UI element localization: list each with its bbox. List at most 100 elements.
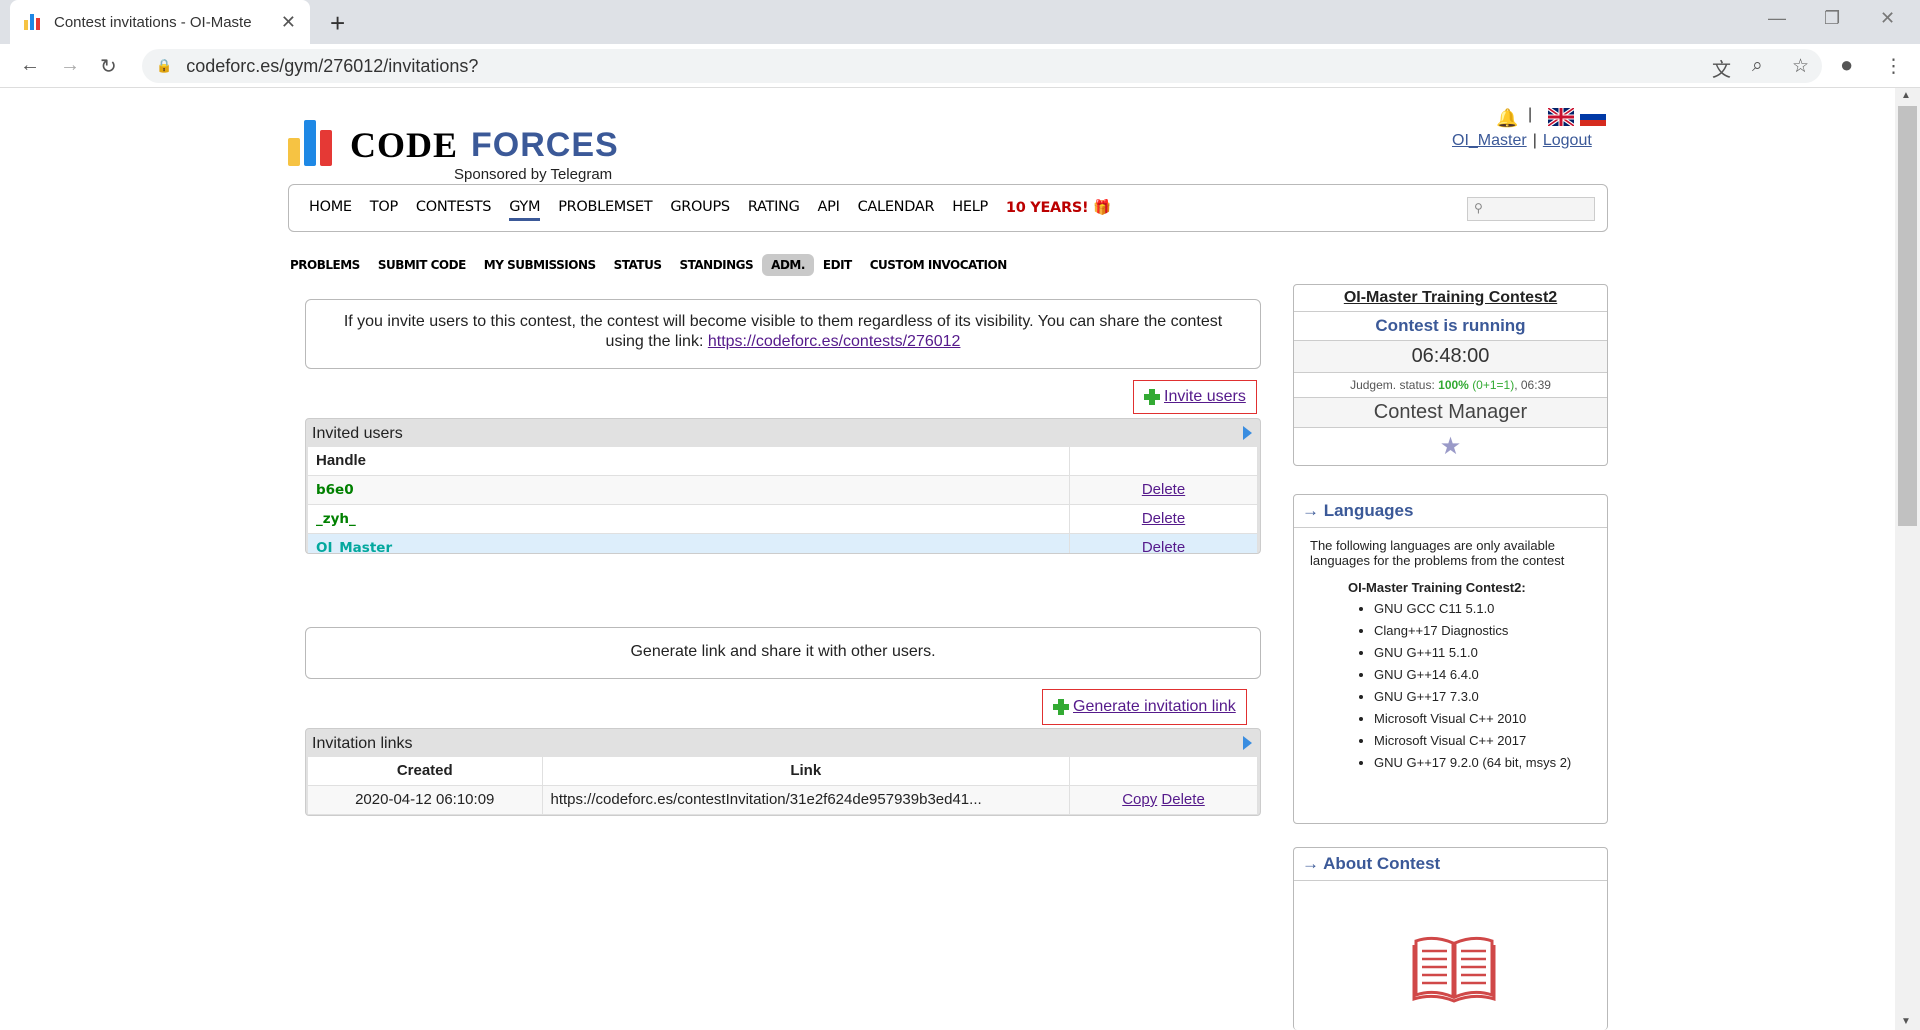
invited-users-caption: Invited users [306, 419, 1260, 447]
about-contest-title: → About Contest [1294, 848, 1607, 881]
expand-arrow-icon[interactable] [1243, 736, 1252, 750]
forward-icon[interactable]: → [60, 54, 80, 77]
address-bar: ← → ↻ 🔒 codeforc.es/gym/276012/invitatio… [0, 44, 1920, 88]
submenu-problems[interactable]: PROBLEMS [288, 254, 369, 276]
menu-calendar[interactable]: CALENDAR [858, 199, 935, 221]
delete-link[interactable]: Delete [1161, 791, 1204, 808]
submenu-status[interactable]: STATUS [605, 254, 671, 276]
action-header [1069, 447, 1258, 476]
uk-flag-icon[interactable] [1548, 108, 1574, 126]
user-handle[interactable]: _zyh_ [316, 511, 356, 527]
link-header: Link [542, 757, 1070, 786]
menu-top[interactable]: TOP [370, 199, 398, 221]
browser-tabbar: Contest invitations - OI-Maste ✕ + — ❐ ✕ [0, 0, 1920, 44]
invitation-link-cell: https://codeforc.es/contestInvitation/31… [542, 785, 1070, 815]
contest-info-box: OI-Master Training Contest2 Contest is r… [1293, 284, 1608, 466]
ten-years-label: 10 YEARS! [1005, 200, 1089, 216]
expand-arrow-icon[interactable] [1243, 426, 1252, 440]
submenu-adm[interactable]: ADM. [762, 254, 814, 276]
languages-intro: The following languages are only availab… [1310, 538, 1565, 568]
window-close-icon[interactable]: ✕ [1880, 8, 1895, 29]
browser-tab[interactable]: Contest invitations - OI-Maste ✕ [10, 0, 310, 44]
table-row: 2020-04-12 06:10:09 https://codeforc.es/… [308, 785, 1258, 815]
page-content: CODE FORCES Sponsored by Telegram 🔔 | OI… [0, 88, 1895, 1030]
generate-invitation-link-button[interactable]: Generate invitation link [1042, 689, 1247, 725]
menu-home[interactable]: HOME [309, 199, 352, 221]
invite-users-button[interactable]: Invite users [1133, 380, 1257, 414]
codeforces-favicon-icon [24, 14, 42, 30]
new-tab-icon[interactable]: + [330, 8, 345, 39]
languages-title: → Languages [1294, 495, 1607, 528]
scroll-down-icon[interactable]: ▼ [1901, 1016, 1911, 1027]
menu-rating[interactable]: RATING [748, 199, 800, 221]
language-item: Microsoft Visual C++ 2017 [1374, 733, 1591, 749]
back-icon[interactable]: ← [20, 54, 40, 77]
submenu-standings[interactable]: STANDINGS [670, 254, 762, 276]
search-icon: ⚲ [1474, 201, 1483, 215]
contest-share-link[interactable]: https://codeforc.es/contests/276012 [708, 333, 961, 350]
language-item: GNU G++17 9.2.0 (64 bit, msys 2) [1374, 755, 1591, 771]
table-row: _zyh_ Delete [308, 504, 1258, 534]
user-links-separator: | [1532, 132, 1537, 149]
url-field[interactable]: 🔒 codeforc.es/gym/276012/invitations? [142, 49, 1822, 83]
menu-groups[interactable]: GROUPS [670, 199, 730, 221]
languages-list: GNU GCC C11 5.1.0 Clang++17 Diagnostics … [1310, 601, 1591, 771]
copy-link[interactable]: Copy [1122, 791, 1157, 808]
invited-users-table: Invited users Handle b6e0 Delete _zyh_ D… [305, 418, 1261, 554]
invite-users-label: Invite users [1164, 388, 1246, 405]
logo-bars-icon [288, 120, 338, 166]
plus-icon [1053, 699, 1069, 715]
invited-users-caption-text: Invited users [312, 425, 403, 442]
user-handle[interactable]: OI_Master [316, 540, 392, 553]
scrollbar-thumb[interactable] [1898, 106, 1917, 526]
minimize-icon[interactable]: — [1768, 8, 1786, 29]
restore-icon[interactable]: ❐ [1824, 8, 1840, 29]
submenu-my-submissions[interactable]: MY SUBMISSIONS [475, 254, 605, 276]
gift-icon: 🎁 [1093, 200, 1111, 216]
user-handle[interactable]: b6e0 [316, 482, 354, 498]
book-icon [1412, 936, 1496, 1003]
menu-contests[interactable]: CONTESTS [416, 199, 492, 221]
header-separator: | [1528, 106, 1533, 123]
codeforces-logo[interactable]: CODE FORCES Sponsored by Telegram [288, 116, 628, 183]
star-icon[interactable]: ★ [1294, 428, 1607, 465]
invite-notice: If you invite users to this contest, the… [305, 299, 1261, 369]
bookmark-star-icon[interactable]: ☆ [1792, 55, 1809, 78]
tab-close-icon[interactable]: ✕ [281, 12, 296, 33]
menu-api[interactable]: API [818, 199, 840, 221]
contest-submenu: PROBLEMS SUBMIT CODE MY SUBMISSIONS STAT… [288, 254, 1016, 276]
page-scrollbar[interactable]: ▲ ▼ [1895, 88, 1920, 1030]
submenu-submit-code[interactable]: SUBMIT CODE [369, 254, 475, 276]
language-item: Clang++17 Diagnostics [1374, 623, 1591, 639]
menu-ten-years[interactable]: 10 YEARS! 🎁 [1006, 199, 1111, 221]
menu-problemset[interactable]: PROBLEMSET [558, 199, 652, 221]
delete-link[interactable]: Delete [1142, 481, 1185, 498]
contest-name-link[interactable]: OI-Master Training Contest2 [1294, 285, 1607, 312]
contest-timer: 06:48:00 [1294, 341, 1607, 373]
logout-link[interactable]: Logout [1543, 132, 1592, 149]
logo-word-forces: FORCES [471, 126, 619, 164]
main-menu: HOME TOP CONTESTS GYM PROBLEMSET GROUPS … [288, 184, 1608, 232]
about-contest-box: → About Contest [1293, 847, 1608, 1030]
menu-kebab-icon[interactable]: ⋮ [1884, 55, 1903, 78]
sponsor-text: Sponsored by Telegram [454, 166, 613, 183]
submenu-edit[interactable]: EDIT [814, 254, 861, 276]
language-item: Microsoft Visual C++ 2010 [1374, 711, 1591, 727]
menu-help[interactable]: HELP [952, 199, 988, 221]
translate-icon[interactable]: 文 [1712, 55, 1731, 82]
delete-link[interactable]: Delete [1142, 510, 1185, 527]
notification-bell-icon[interactable]: 🔔 [1496, 108, 1518, 129]
profile-link[interactable]: OI_Master [1452, 132, 1527, 149]
delete-link[interactable]: Delete [1142, 539, 1185, 553]
scroll-up-icon[interactable]: ▲ [1901, 90, 1911, 101]
zoom-icon[interactable]: ⌕ [1752, 55, 1763, 77]
reload-icon[interactable]: ↻ [100, 54, 117, 79]
table-header-row: Created Link [308, 757, 1258, 786]
language-item: GNU G++11 5.1.0 [1374, 645, 1591, 661]
judgement-percent: 100% [1438, 378, 1469, 392]
search-input[interactable]: ⚲ [1467, 197, 1595, 221]
submenu-custom-invocation[interactable]: CUSTOM INVOCATION [861, 254, 1016, 276]
menu-gym[interactable]: GYM [509, 199, 540, 221]
russia-flag-icon[interactable] [1580, 108, 1606, 126]
profile-icon[interactable]: ● [1840, 52, 1853, 78]
